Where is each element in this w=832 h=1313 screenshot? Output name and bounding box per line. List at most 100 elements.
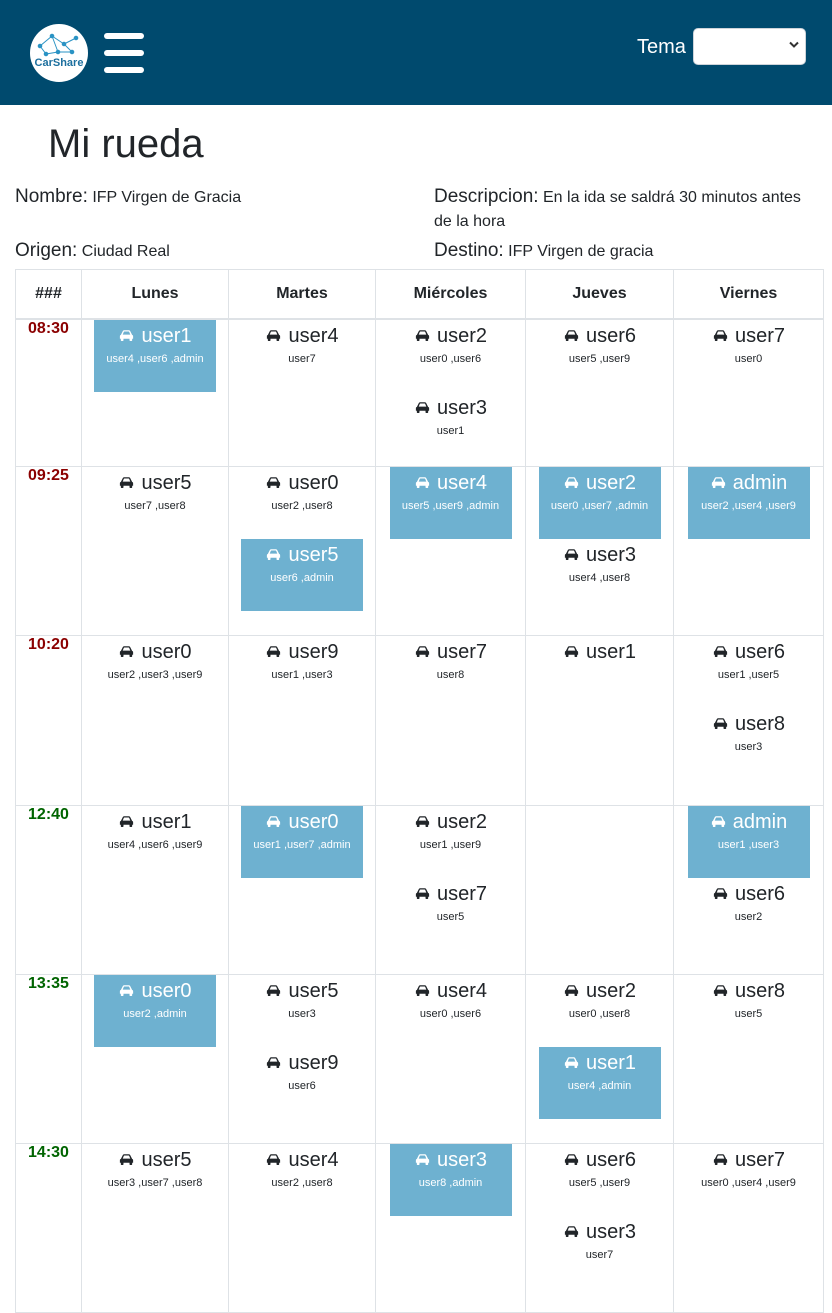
trip-card[interactable]: user6 user5 ,user9	[539, 320, 661, 392]
trip-card[interactable]: user8 user3	[688, 708, 810, 780]
chevron-down-icon	[789, 41, 799, 48]
car-icon	[120, 984, 134, 996]
trip-card[interactable]: user7 user0 ,user4 ,user9	[688, 1144, 810, 1216]
trip-card-joined[interactable]: user3 user8 ,admin	[389, 1143, 512, 1216]
trip-card[interactable]: user2 user1 ,user9	[390, 806, 512, 878]
schedule-row: 14:30 user5 user3 ,user7 ,user8 user4 user2 …	[15, 1142, 824, 1313]
theme-select[interactable]	[693, 28, 806, 65]
trip-card[interactable]: user3 user1	[390, 392, 512, 464]
time-slot-label: 09:25	[15, 465, 82, 636]
menu-toggle-button[interactable]	[104, 33, 144, 73]
trip-card[interactable]: user6 user5 ,user9	[539, 1144, 661, 1216]
schedule-cell: user7 user8	[375, 634, 526, 806]
trip-card-joined[interactable]: admin user2 ,user4 ,user9	[687, 466, 810, 539]
trip-card-joined[interactable]: admin user1 ,user3	[687, 805, 810, 878]
driver-name: user4	[288, 1148, 339, 1171]
trip-card[interactable]: user9 user6	[241, 1047, 363, 1119]
trip-card[interactable]: user1 user4 ,user6 ,user9	[94, 806, 216, 878]
trip-card[interactable]: user2 user0 ,user6	[390, 320, 512, 392]
trip-card[interactable]: user6 user2	[688, 878, 810, 950]
passenger-list: user5 ,user9	[568, 353, 631, 365]
schedule-cell: user6 user5 ,user9 user3 user7	[525, 1142, 674, 1313]
passenger-list: user2	[734, 910, 763, 923]
driver-name: user4	[436, 979, 488, 1002]
car-icon	[415, 1153, 430, 1165]
schedule-cell: user1	[525, 634, 674, 806]
day-header: Lunes	[81, 269, 229, 320]
car-icon	[713, 717, 728, 729]
passenger-list: user0 ,user6	[419, 1007, 482, 1020]
driver: user6	[539, 324, 661, 348]
car-icon	[415, 330, 430, 341]
driver: user2	[390, 810, 512, 834]
passenger-list: user2 ,admin	[123, 1007, 187, 1020]
trip-card[interactable]: user5 user7 ,user8	[94, 467, 216, 539]
driver-name: user4	[288, 325, 339, 347]
schedule-cell: user0 user2 ,user3 ,user9	[81, 634, 229, 806]
car-icon	[564, 1153, 579, 1165]
destino-value: IFP Virgen de gracia	[508, 243, 654, 260]
time-slot-label: 12:40	[15, 804, 82, 975]
corner-header: ###	[15, 269, 82, 320]
trip-card-joined[interactable]: user0 user1 ,user7 ,admin	[241, 805, 363, 878]
driver: user7	[688, 324, 810, 348]
car-icon	[267, 984, 281, 996]
trip-card-joined[interactable]: user0 user2 ,admin	[94, 974, 216, 1047]
driver-name: user5	[141, 471, 192, 494]
passenger-list: user5	[734, 1007, 763, 1020]
driver: user8	[688, 979, 810, 1003]
trip-card[interactable]: user0 user2 ,user3 ,user9	[94, 636, 216, 708]
driver: user5	[94, 471, 216, 495]
passenger-list: user1 ,user3	[271, 668, 333, 681]
trip-card[interactable]: user4 user2 ,user8	[241, 1144, 363, 1216]
trip-card-joined[interactable]: user2 user0 ,user7 ,admin	[538, 466, 661, 539]
trip-card[interactable]: user5 user3 ,user7 ,user8	[94, 1144, 216, 1216]
nombre-label: Nombre:	[15, 186, 88, 207]
day-header: Martes	[228, 269, 376, 320]
trip-card[interactable]: user3 user7	[539, 1216, 661, 1288]
trip-card[interactable]: user9 user1 ,user3	[241, 636, 363, 708]
trip-card[interactable]: user5 user3	[241, 975, 363, 1047]
passenger-list: user5 ,user9	[568, 1176, 631, 1189]
schedule-cell: user4 user5 ,user9 ,admin	[375, 465, 526, 636]
schedule-cell: user4 user2 ,user8	[228, 1142, 376, 1313]
passenger-list: user1 ,user3	[717, 838, 780, 851]
trip-card-joined[interactable]: user1 user4 ,user6 ,admin	[94, 320, 216, 392]
trip-card[interactable]: user6 user1 ,user5	[688, 636, 810, 708]
trip-card-joined[interactable]: user5 user6 ,admin	[241, 538, 363, 611]
driver: user3	[390, 396, 512, 420]
trip-card[interactable]: user3 user4 ,user8	[539, 539, 661, 611]
driver: user5	[241, 543, 363, 567]
driver-name: user1	[141, 810, 192, 833]
trip-card[interactable]: user4 user0 ,user6	[390, 975, 512, 1047]
trip-card[interactable]: user7 user8	[390, 636, 512, 708]
trip-card[interactable]: user7 user0	[688, 320, 810, 392]
car-icon	[120, 815, 134, 827]
trip-card-joined[interactable]: user1 user4 ,admin	[538, 1046, 661, 1119]
driver-name: user3	[436, 397, 488, 419]
car-icon	[120, 1153, 134, 1165]
driver-name: user7	[436, 882, 488, 905]
trip-card[interactable]: user4 user7	[241, 320, 363, 392]
schedule-row: 13:35 user0 user2 ,admin user5 user3 user9 use…	[15, 973, 824, 1144]
car-icon	[415, 984, 430, 996]
trip-card[interactable]: user0 user2 ,user8	[241, 467, 363, 539]
schedule-cell: admin user1 ,user3 user6 user2	[673, 804, 824, 975]
carshare-logo[interactable]: CarShare	[30, 24, 88, 82]
driver: user9	[241, 1051, 363, 1075]
trip-card-joined[interactable]: user4 user5 ,user9 ,admin	[389, 466, 512, 539]
time-slot-label: 14:30	[15, 1142, 82, 1313]
passenger-list: user0 ,user4 ,user9	[701, 1176, 796, 1189]
schedule-row: 09:25 user5 user7 ,user8 user0 user2 ,user8 u…	[15, 465, 824, 636]
trip-card[interactable]: user8 user5	[688, 975, 810, 1047]
schedule-cell: user6 user5 ,user9	[525, 318, 674, 467]
trip-card[interactable]: user2 user0 ,user8	[539, 975, 661, 1047]
passenger-list: user1 ,user9	[419, 838, 482, 851]
driver-name: user7	[436, 640, 488, 663]
trip-card[interactable]: user7 user5	[390, 878, 512, 950]
passenger-list: user0 ,user7 ,admin	[550, 499, 649, 512]
passenger-list: user2 ,user8	[271, 499, 333, 512]
info-nombre: Nombre: IFP Virgen de Gracia	[15, 185, 415, 210]
driver-name: user9	[288, 640, 339, 663]
trip-card[interactable]: user1	[539, 636, 661, 708]
